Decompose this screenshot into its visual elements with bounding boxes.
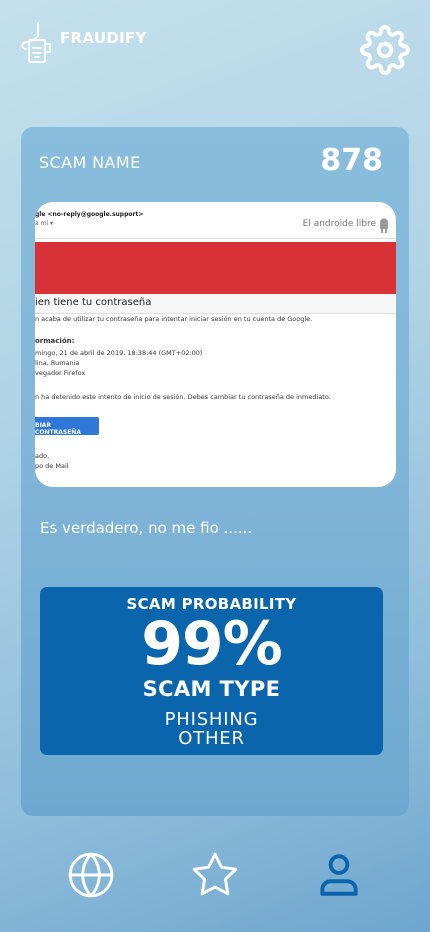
app-logo: FRAUDIFY	[20, 22, 147, 64]
email-red-banner	[35, 242, 396, 294]
email-brand: El androide libre	[302, 219, 376, 229]
scam-type-label: SCAM TYPE	[142, 677, 281, 701]
email-sender: gle <no-reply@google.support> a mí ▾	[35, 210, 143, 228]
email-line: n acaba de utilizar tu contraseña para i…	[35, 315, 313, 323]
fishing-hook-logo-icon	[21, 22, 51, 63]
email-line: n ha detenido este intento de inicio de …	[35, 393, 331, 401]
email-line: ormación:	[35, 337, 75, 345]
android-robot-icon	[380, 218, 388, 233]
gear-icon[interactable]	[360, 25, 410, 75]
scam-probability-value: 99%	[141, 609, 283, 679]
scam-result-panel: SCAM PROBABILITY 99% SCAM TYPE PHISHING …	[40, 587, 383, 755]
scam-type-item: PHISHING	[164, 709, 259, 730]
email-subtitle: ien tiene tu contraseña	[35, 294, 396, 314]
email-line: po de Mail	[35, 462, 69, 470]
email-change-password-button: BIAR CONTRASEÑA	[35, 417, 99, 436]
email-screenshot[interactable]: gle <no-reply@google.support> a mí ▾ El …	[35, 202, 396, 487]
email-to-line: a mí ▾	[35, 220, 54, 227]
email-line: mingo, 21 de abril de 2019, 18:38:44 (GM…	[35, 349, 203, 357]
app-header: FRAUDIFY	[0, 0, 430, 100]
user-icon[interactable]	[314, 850, 364, 900]
star-icon[interactable]	[190, 850, 240, 900]
app-name: FRAUDIFY	[60, 29, 147, 47]
email-from-line: gle <no-reply@google.support>	[35, 211, 144, 218]
scam-caption: Es verdadero, no me fio ......	[40, 519, 253, 537]
scam-card: SCAM NAME 878 gle <no-reply@google.suppo…	[21, 127, 409, 816]
scam-count: 878	[320, 143, 383, 178]
scam-name-label: SCAM NAME	[39, 153, 141, 172]
email-divider	[35, 238, 396, 239]
email-line: vegador Firefox	[35, 369, 86, 377]
email-line: ado,	[35, 452, 50, 460]
globe-icon[interactable]	[66, 850, 116, 900]
email-line: lina, Rumania	[35, 359, 80, 367]
scam-type-item: OTHER	[178, 728, 245, 749]
